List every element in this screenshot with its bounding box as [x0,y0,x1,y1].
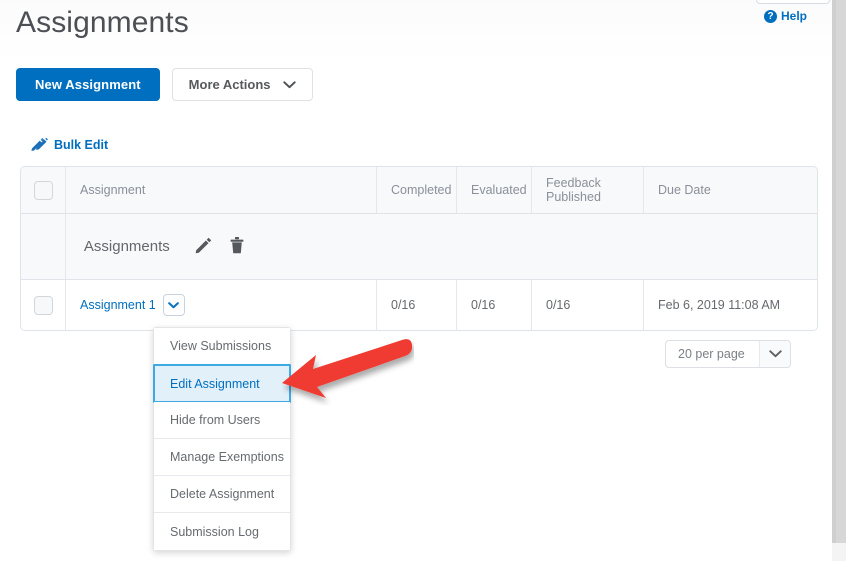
menu-item-edit-assignment[interactable]: Edit Assignment [153,364,291,403]
row-checkbox[interactable] [33,295,53,315]
column-header-assignment[interactable]: Assignment [66,167,377,213]
menu-item-submission-log[interactable]: Submission Log [154,513,290,550]
column-header-evaluated[interactable]: Evaluated [457,167,532,213]
more-actions-button[interactable]: More Actions [171,68,313,101]
group-check-cell [21,214,66,279]
evaluated-value: 0/16 [457,280,532,330]
help-label: Help [781,9,808,23]
menu-item-view-submissions[interactable]: View Submissions [154,328,290,365]
assignment-link[interactable]: Assignment 1 [80,298,156,312]
select-all-cell [21,167,66,213]
pencils-icon [31,136,48,154]
assignments-page: Assignments ? Help New Assignment More A… [0,0,846,561]
assignment-context-menu: View Submissions Edit Assignment Hide fr… [153,327,291,551]
pencil-icon [195,237,212,257]
table-header-row: Assignment Completed Evaluated Feedback … [21,167,817,214]
help-link[interactable]: ? Help [764,9,807,23]
question-circle-icon: ? [764,9,777,23]
page-title: Assignments [16,6,189,39]
chevron-down-icon [282,77,296,92]
chevron-down-icon [168,298,180,312]
column-header-due-date[interactable]: Due Date [644,167,817,213]
page-edge-corner [832,543,846,561]
group-name-cell: Assignments [66,214,817,279]
feedback-published-value: 0/16 [532,280,644,330]
edit-group-button[interactable] [186,237,221,257]
completed-value: 0/16 [377,280,457,330]
due-date-value: Feb 6, 2019 11:08 AM [658,298,781,312]
menu-item-hide-from-users[interactable]: Hide from Users [154,402,290,439]
assignments-table: Assignment Completed Evaluated Feedback … [20,166,818,331]
more-actions-label: More Actions [188,77,271,92]
table-group-row: Assignments [21,214,817,280]
group-name: Assignments [83,238,170,255]
row-select-cell [21,280,66,330]
bulk-edit-label: Bulk Edit [54,138,109,152]
new-assignment-button[interactable]: New Assignment [16,68,160,101]
column-header-completed[interactable]: Completed [377,167,457,213]
trash-icon [230,236,244,257]
assignment-name-cell: Assignment 1 [66,280,377,330]
per-page-value: 20 per page [678,347,745,361]
page-edge-line [832,0,836,561]
menu-item-delete-assignment[interactable]: Delete Assignment [154,476,290,513]
annotation-arrow [282,334,414,406]
per-page-select[interactable]: 20 per page [665,340,791,368]
bulk-edit-link[interactable]: Bulk Edit [31,136,108,154]
delete-group-button[interactable] [221,236,253,257]
collapse-header-button[interactable] [756,0,830,4]
menu-item-manage-exemptions[interactable]: Manage Exemptions [154,439,290,476]
table-row: Assignment 1 0/16 0/16 0/16 Feb 6, 2019 … [21,280,817,330]
chevron-down-icon [785,0,801,1]
select-all-checkbox[interactable] [33,180,53,200]
action-toolbar: New Assignment More Actions [16,68,313,101]
assignment-actions-dropdown-button[interactable] [162,294,185,316]
chevron-down-icon [759,341,790,367]
column-header-feedback-published[interactable]: Feedback Published [532,167,644,213]
